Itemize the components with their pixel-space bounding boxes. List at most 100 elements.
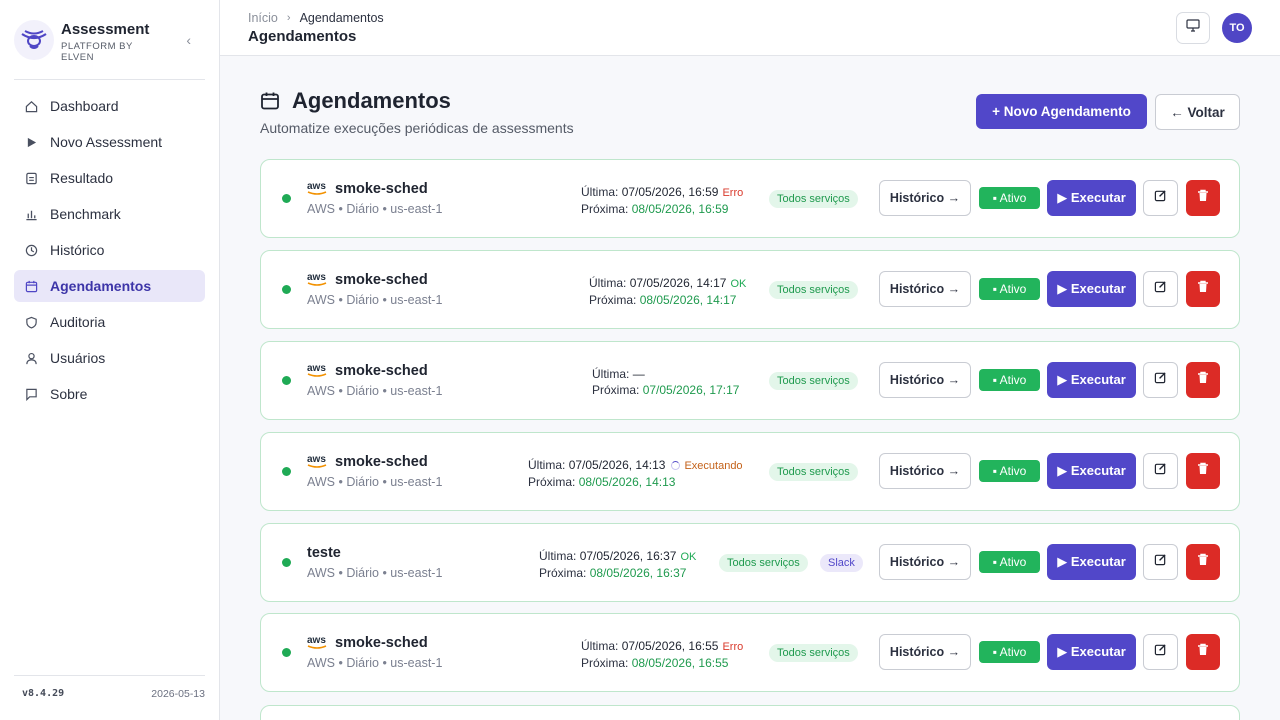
trash-icon [1197,643,1209,661]
theme-toggle-button[interactable] [1176,12,1210,44]
aws-logo-icon: aws [307,272,327,286]
spinner-icon [671,461,681,470]
schedule-meta: AWS • Diário • us-east-1 [307,566,443,580]
schedule-meta: AWS • Diário • us-east-1 [307,202,443,216]
status-dot [282,558,291,567]
collapse-sidebar-icon[interactable]: ‹ [186,32,191,48]
monitor-icon [1186,19,1200,37]
next-run-label: Próxima: [581,656,629,670]
schedule-name: smoke-sched [335,363,428,379]
sidebar-item-label: Agendamentos [50,278,152,294]
status-text: Erro [722,187,744,199]
edit-button[interactable] [1143,362,1178,398]
execute-button[interactable]: ▶ Executar [1047,453,1136,489]
history-button[interactable]: Histórico → [879,180,971,216]
sidebar-item-dashboard[interactable]: Dashboard [14,90,205,122]
history-button[interactable]: Histórico → [879,453,971,489]
sidebar-item-novo-assessment[interactable]: Novo Assessment [14,126,205,158]
schedule-card: aws smoke-sched AWS • Diário • us-east-1 … [260,432,1240,511]
sidebar-item-auditoria[interactable]: Auditoria [14,306,205,338]
active-toggle[interactable]: ▪ Ativo [979,460,1040,482]
schedule-times: Última: 07/05/2026, 14:13 Executando Próx… [528,457,743,490]
delete-button[interactable] [1186,634,1220,670]
schedule-times: Última: 07/05/2026, 16:59 Erro Próxima: 0… [581,184,743,217]
aws-logo-icon: aws [307,635,327,649]
sidebar-item-resultado[interactable]: Resultado [14,162,205,194]
execute-button[interactable]: ▶ Executar [1047,180,1136,216]
active-toggle[interactable]: ▪ Ativo [979,278,1040,300]
sidebar-item-sobre[interactable]: Sobre [14,378,205,410]
delete-button[interactable] [1186,271,1220,307]
sidebar-item-label: Novo Assessment [50,134,163,150]
history-button[interactable]: Histórico → [879,362,971,398]
sidebar-item-usuarios[interactable]: Usuários [14,342,205,374]
page-subtitle: Automatize execuções periódicas de asses… [260,120,574,136]
status-dot [282,467,291,476]
next-run-value: 08/05/2026, 16:37 [589,566,687,580]
last-run-label: Última: [592,367,630,381]
aws-logo-icon: aws [307,454,327,468]
trash-icon [1197,189,1209,207]
next-run-value: 08/05/2026, 14:17 [639,293,737,307]
breadcrumb: Início › Agendamentos [248,11,384,25]
next-run-label: Próxima: [539,566,587,580]
back-button[interactable]: ← Voltar [1155,94,1240,130]
execute-button[interactable]: ▶ Executar [1047,362,1136,398]
build-date: 2026-05-13 [151,688,205,700]
execute-button[interactable]: ▶ Executar [1047,271,1136,307]
last-run-value: 07/05/2026, 16:55 [621,639,719,653]
execute-button[interactable]: ▶ Executar [1047,634,1136,670]
last-run-label: Última: [528,458,566,472]
schedule-meta: AWS • Diário • us-east-1 [307,475,443,489]
services-badge: Todos serviços [769,644,858,662]
status-text: Erro [722,641,744,653]
active-toggle[interactable]: ▪ Ativo [979,187,1040,209]
delete-button[interactable] [1186,544,1220,580]
edit-icon [1154,553,1167,571]
services-badge: Todos serviços [769,372,858,390]
brand-subtitle: PLATFORM BY ELVEN [61,41,133,63]
active-toggle[interactable]: ▪ Ativo [979,369,1040,391]
avatar[interactable]: TO [1222,13,1252,43]
status-dot [282,194,291,203]
sidebar-item-historico[interactable]: Histórico [14,234,205,266]
history-button[interactable]: Histórico → [879,544,971,580]
edit-button[interactable] [1143,634,1178,670]
edit-button[interactable] [1143,544,1178,580]
next-run-value: 08/05/2026, 14:13 [578,475,676,489]
chevron-right-icon: › [286,12,291,24]
clipboard-icon [24,171,38,185]
next-run-label: Próxima: [589,293,637,307]
bar-chart-icon [24,207,38,221]
sidebar-item-agendamentos[interactable]: Agendamentos [14,270,205,302]
schedule-times: Última: — Próxima: 07/05/2026, 17:17 [592,366,739,398]
page-title: Agendamentos [248,28,357,45]
schedule-name: smoke-sched [335,635,428,651]
brand-title: Assessment [61,21,150,38]
edit-button[interactable] [1143,180,1178,216]
delete-button[interactable] [1186,180,1220,216]
active-toggle[interactable]: ▪ Ativo [979,641,1040,663]
next-run-label: Próxima: [581,202,629,216]
services-badge: Todos serviços [769,190,858,208]
services-badge: Todos serviços [769,281,858,299]
edit-button[interactable] [1143,271,1178,307]
sidebar-item-label: Histórico [50,242,105,258]
new-schedule-button[interactable]: + Novo Agendamento [976,94,1147,129]
schedule-name: smoke-sched [335,181,428,197]
trash-icon [1197,462,1209,480]
history-button[interactable]: Histórico → [879,634,971,670]
schedule-card: aws smoke-sched AWS • Diário • us-east-1 … [260,159,1240,238]
breadcrumb-home[interactable]: Início [248,11,278,25]
edit-icon [1154,462,1167,480]
delete-button[interactable] [1186,362,1220,398]
execute-button[interactable]: ▶ Executar [1047,544,1136,580]
active-toggle[interactable]: ▪ Ativo [979,551,1040,573]
history-button[interactable]: Histórico → [879,271,971,307]
schedule-times: Última: 07/05/2026, 14:17 OK Próxima: 08/… [589,275,746,308]
last-run-label: Última: [581,639,619,653]
sidebar-item-label: Usuários [50,350,106,366]
edit-button[interactable] [1143,453,1178,489]
sidebar-item-benchmark[interactable]: Benchmark [14,198,205,230]
delete-button[interactable] [1186,453,1220,489]
